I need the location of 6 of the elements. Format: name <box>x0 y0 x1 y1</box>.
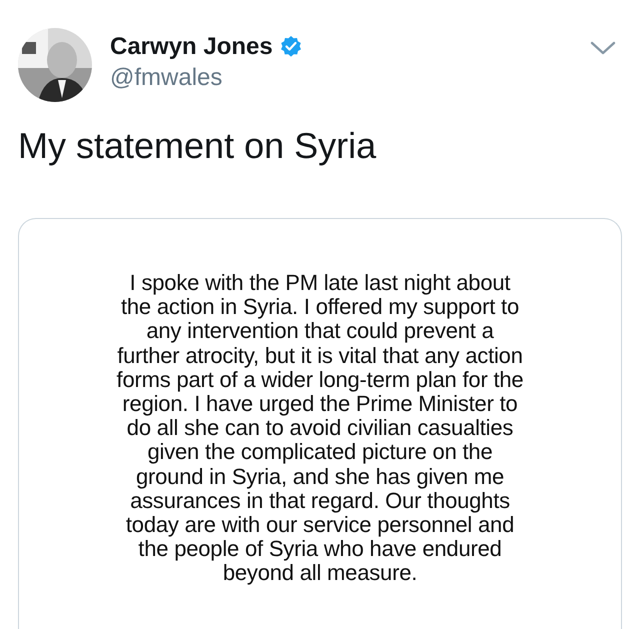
attachment-card[interactable] <box>18 218 622 629</box>
statement-text: I spoke with the PM late last night about the action in Syria. I offered my support to any intervention that could prevent a further atrocity, but it is vital that any action forms part of a wider long-term plan for the region. I have urged the Prime Minister to do all she can to avoid civilian casualties given the complicated picture on the ground in Syria, and she has given me assurances in that regard. Our thoughts today are with our service personnel and the people of Syria who have endured beyond all measure. <box>116 271 524 586</box>
chevron-down-icon[interactable] <box>590 40 616 56</box>
tweet-text: My statement on Syria <box>18 124 376 168</box>
author-name[interactable]: Carwyn Jones <box>110 32 273 62</box>
author-handle[interactable]: @fmwales <box>110 62 572 94</box>
